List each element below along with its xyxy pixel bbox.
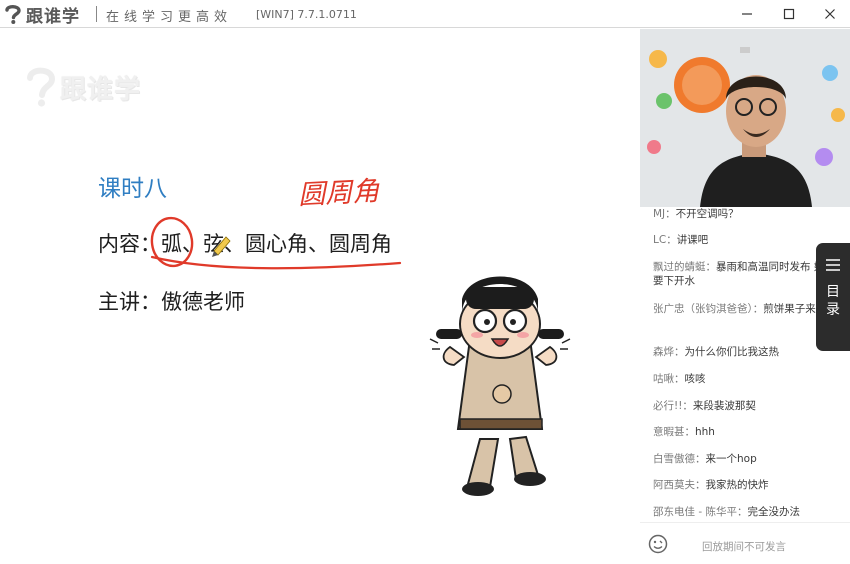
chat-message-text: 讲课吧 [676, 234, 709, 246]
chat-message: 森烨：为什么你们比我这热 [653, 345, 838, 359]
chat-message: LC：讲课吧 [653, 233, 838, 247]
close-icon [825, 9, 835, 19]
chat-message-separator: ： [695, 479, 706, 491]
chat-message-user: 白雪傲德 [653, 453, 695, 465]
chat-message: 咕啾：咳咳 [653, 372, 838, 386]
close-button[interactable] [810, 0, 850, 28]
teacher-video-image [640, 29, 850, 207]
chat-message: MJ：不开空调吗？ [653, 207, 838, 221]
chat-message-user: 邵东电佳 - 陈华平 [653, 506, 737, 518]
teacher-video [640, 29, 850, 207]
chat-message-separator: ： [674, 346, 685, 358]
chat-message: 飘过的蜻蜓：暴雨和高温同时发布 好像要下开水 [653, 260, 838, 288]
watermark-text: 跟谁学 [60, 74, 142, 105]
lesson-title: 课时八 [98, 176, 167, 202]
catalog-tab[interactable]: 目 录 [816, 243, 850, 351]
chat-message-text: 不开空调吗？ [675, 208, 739, 220]
chat-message: 邵东电佳 - 陈华平：完全没办法 [653, 505, 838, 519]
chat-message: 意暇甚：hhh [653, 425, 838, 439]
chat-message-separator: ： [682, 400, 693, 412]
title-separator [96, 6, 97, 22]
handwritten-annotation: 圆周角 [297, 175, 380, 212]
lesson-slide: 跟谁学 课时八 圆周角 内容：弧、弦、圆心角、圆周角 主讲：傲德老师 [0, 29, 640, 564]
chat-message-separator: ： [705, 261, 717, 273]
chat-input-placeholder: 回放期间不可发言 [702, 541, 786, 553]
slide-watermark: 跟谁学 [24, 65, 141, 109]
chat-message: 张广忠（张钧淇爸爸）：煎饼果子来一套 [653, 302, 838, 316]
maximize-button[interactable] [769, 0, 809, 28]
app-version: [WIN7] 7.7.1.0711 [256, 8, 357, 21]
chat-message-text: 来段裴波那契 [692, 400, 756, 412]
chat-message-user: 意暇甚 [653, 426, 685, 438]
maximize-icon [783, 8, 795, 20]
minimize-button[interactable] [727, 0, 767, 28]
emoji-icon[interactable] [648, 534, 668, 554]
chat-message-user: 森烨 [653, 346, 674, 358]
app-slogan: 在线学习更高效 [106, 10, 233, 25]
chat-message-user: LC [653, 234, 667, 246]
chat-message-separator: ： [752, 303, 764, 315]
catalog-tab-label-1: 目 [826, 284, 840, 300]
app-logo: 跟谁学 [2, 2, 80, 27]
watermark-question-mark-icon [27, 67, 56, 107]
minimize-icon [742, 13, 752, 15]
chat-message-user: 必行!! [653, 400, 683, 412]
lesson-content: 内容：弧、弦、圆心角、圆周角 [98, 232, 392, 256]
question-mark-logo-icon [5, 4, 21, 24]
menu-icon [826, 259, 840, 271]
chat-input-bar: 回放期间不可发言 [640, 522, 850, 564]
chat-message-separator: ： [674, 373, 685, 385]
chat-message-user: MJ [653, 208, 666, 220]
chat-message-text: 咳咳 [684, 373, 706, 385]
chat-message: 必行!!：来段裴波那契 [653, 399, 838, 413]
chat-message-separator: ： [665, 208, 676, 220]
title-bar: 跟谁学 在线学习更高效 [WIN7] 7.7.1.0711 [0, 0, 850, 28]
chat-message-text: 完全没办法 [747, 506, 800, 518]
lesson-teacher: 主讲：傲德老师 [98, 290, 245, 314]
chat-message-text: hhh [695, 426, 715, 438]
chat-message-text: 来一个hop [705, 453, 757, 465]
chat-message-user: 飘过的蜻蜓 [653, 261, 706, 273]
chat-message-text: 我家热的快炸 [705, 479, 769, 491]
chat-message-separator: ： [695, 453, 706, 465]
chat-message-text: 为什么你们比我这热 [684, 346, 780, 358]
chat-message-user: 咕啾 [653, 373, 674, 385]
chat-message-user: 阿西莫夫 [653, 479, 695, 491]
chat-message-separator: ： [736, 506, 748, 518]
chat-message-separator: ： [684, 426, 696, 438]
cartoon-mascot-image [429, 276, 571, 496]
chat-message: 阿西莫夫：我家热的快炸 [653, 478, 838, 492]
chat-message: 白雪傲德：来一个hop [653, 452, 838, 466]
catalog-tab-label-2: 录 [826, 302, 840, 318]
chat-message-separator: ： [666, 234, 677, 246]
app-name: 跟谁学 [26, 6, 80, 27]
chat-message-user: 张广忠（张钧淇爸爸） [653, 303, 753, 315]
